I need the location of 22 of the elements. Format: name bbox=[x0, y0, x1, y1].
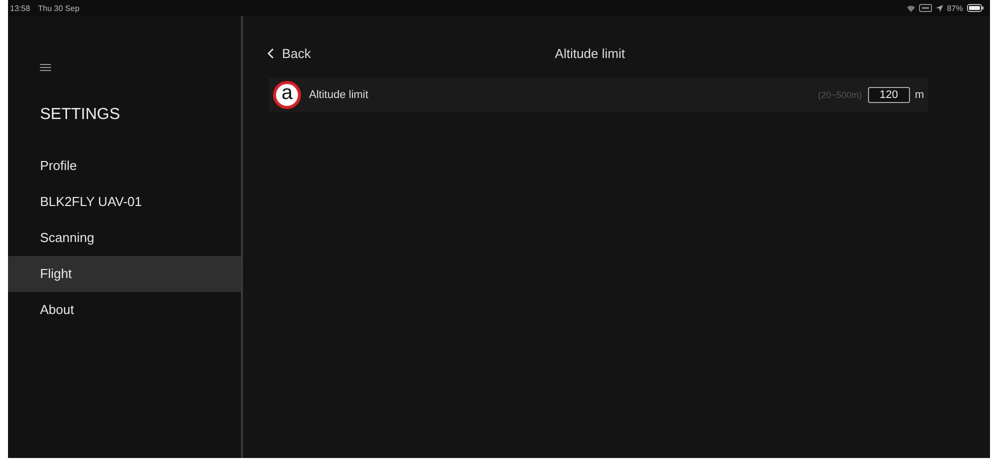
back-button[interactable]: Back bbox=[263, 46, 315, 60]
page-title: Altitude limit bbox=[554, 46, 625, 60]
range-hint: (20~500m) bbox=[818, 90, 862, 100]
chevron-left-icon bbox=[267, 48, 274, 58]
menu-icon[interactable] bbox=[40, 64, 51, 71]
sidebar-item[interactable]: BLK2FLY UAV-01 bbox=[8, 184, 241, 220]
unit-label: m bbox=[914, 89, 924, 101]
value-field[interactable]: 120 bbox=[868, 87, 910, 103]
status-date: Thu 30 Sep bbox=[38, 4, 80, 12]
battery-percent: 87% bbox=[946, 4, 963, 12]
sidebar-item[interactable]: Profile bbox=[8, 148, 241, 184]
status-time: 13:58 bbox=[10, 4, 30, 12]
status-indicator-icon bbox=[918, 4, 932, 12]
sidebar-item[interactable]: About bbox=[8, 292, 241, 328]
setting-label: Altitude limit bbox=[309, 89, 368, 101]
wifi-icon bbox=[906, 4, 915, 12]
sidebar-item[interactable]: Scanning bbox=[8, 220, 241, 256]
location-arrow-icon bbox=[936, 4, 943, 12]
sidebar-item[interactable]: Flight bbox=[8, 256, 241, 292]
callout-marker: a bbox=[273, 81, 301, 109]
battery-icon bbox=[967, 4, 984, 12]
settings-heading: SETTINGS bbox=[39, 105, 122, 125]
